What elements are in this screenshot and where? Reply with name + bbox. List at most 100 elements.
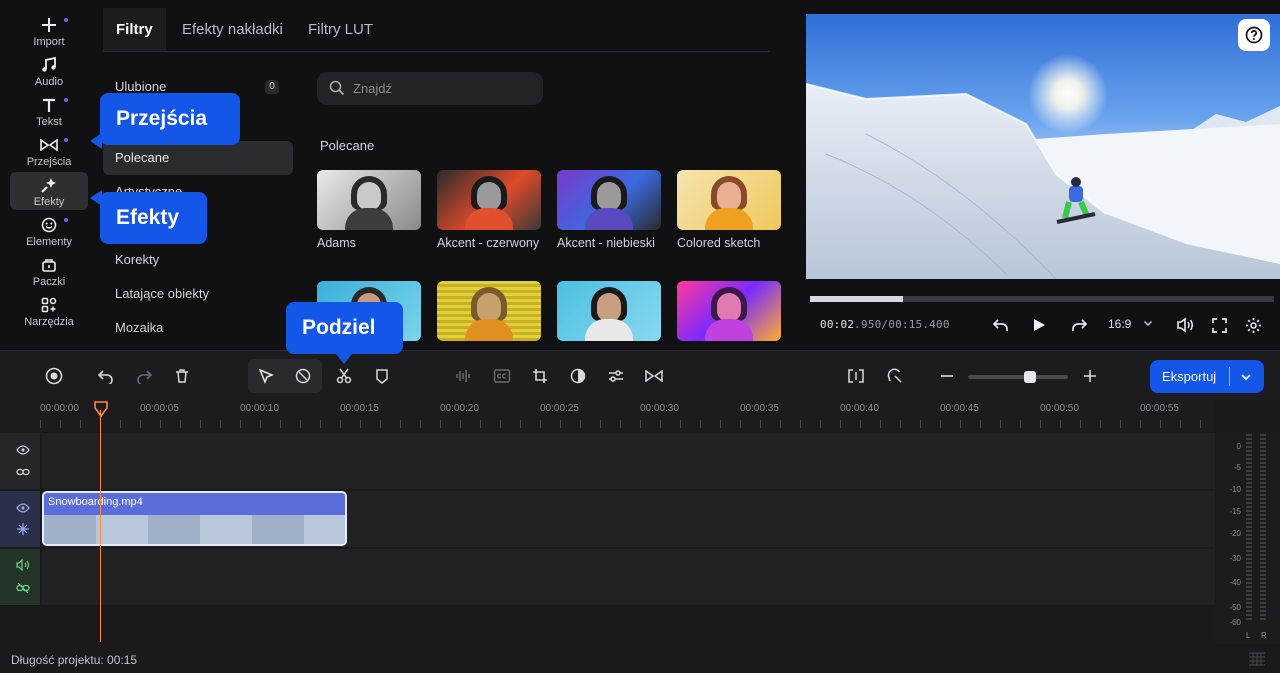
- redo-icon: [137, 370, 152, 384]
- callout-transitions: Przejścia: [90, 93, 240, 149]
- record-button[interactable]: [43, 365, 65, 387]
- timeline-ruler[interactable]: 00:00:00 00:00:05 00:00:10 00:00:15 00:00:20…: [0, 400, 1215, 432]
- export-label: Eksportuj: [1162, 369, 1217, 384]
- nav-item-transitions[interactable]: Przejścia: [10, 132, 88, 170]
- detach-button[interactable]: [845, 365, 867, 387]
- zoom-in-button[interactable]: [1079, 365, 1101, 387]
- meter-scale-label: -40: [1229, 578, 1241, 587]
- callout-label: Przejścia: [116, 107, 208, 130]
- redo-button[interactable]: [133, 365, 155, 387]
- export-button[interactable]: Eksportuj: [1150, 360, 1264, 393]
- step-back-button[interactable]: [990, 314, 1012, 336]
- play-button[interactable]: [1028, 314, 1050, 336]
- callout-label: Efekty: [116, 206, 180, 229]
- video-preview[interactable]: [806, 14, 1280, 279]
- timecode-total: /00:15.400: [881, 318, 950, 331]
- video-clip[interactable]: Snowboarding.mp4: [42, 491, 347, 546]
- filter-thumbnail-adams[interactable]: [317, 170, 421, 230]
- audio-detach-button[interactable]: [453, 365, 475, 387]
- magnet-icon: [887, 368, 902, 383]
- ruler-time-label: 00:00:15: [340, 403, 379, 414]
- filter-thumbnail[interactable]: [557, 281, 661, 341]
- filter-label: Akcent - czerwony: [437, 236, 540, 250]
- sliders-icon: [609, 370, 623, 382]
- tab-overlay-effects[interactable]: Efekty nakładki: [169, 8, 296, 51]
- fullscreen-button[interactable]: [1208, 314, 1230, 336]
- minus-icon: [941, 375, 953, 377]
- unlink-icon[interactable]: [16, 583, 30, 593]
- category-recommended[interactable]: Polecane: [103, 141, 293, 175]
- undo-button[interactable]: [95, 365, 117, 387]
- link-icon[interactable]: [16, 467, 30, 477]
- sparkle-icon[interactable]: [17, 523, 29, 535]
- transition-button[interactable]: [643, 365, 665, 387]
- zoom-slider-handle[interactable]: [1024, 371, 1036, 383]
- filter-thumbnail-accent-red[interactable]: [437, 170, 541, 230]
- playhead-handle[interactable]: [94, 401, 108, 417]
- select-tool-button[interactable]: [255, 365, 277, 387]
- callout-label: Podziel: [302, 316, 376, 339]
- nav-item-text[interactable]: Tekst: [10, 92, 88, 130]
- nav-item-packages[interactable]: Paczki: [10, 252, 88, 290]
- filter-thumbnail[interactable]: [677, 281, 781, 341]
- grid-icon[interactable]: [1248, 652, 1266, 666]
- nav-item-tools[interactable]: Narzędzia: [10, 292, 88, 330]
- crop-button[interactable]: [529, 365, 551, 387]
- new-indicator-dot: [64, 18, 68, 22]
- category-mosaic[interactable]: Mozaika: [103, 311, 293, 345]
- track-header-audio: [0, 549, 40, 605]
- category-label: Ulubione: [115, 79, 167, 94]
- chevron-down-icon[interactable]: [1238, 369, 1254, 385]
- help-button[interactable]: [1238, 19, 1270, 51]
- tab-lut-filters[interactable]: Filtry LUT: [295, 8, 386, 51]
- settings-button[interactable]: [1242, 314, 1264, 336]
- meter-scale-label: -50: [1229, 603, 1241, 612]
- plus-icon: [39, 15, 59, 35]
- eraser-tool-button[interactable]: [292, 365, 314, 387]
- search-input[interactable]: [353, 72, 533, 105]
- fullscreen-icon: [1211, 317, 1227, 333]
- nav-item-import[interactable]: Import: [10, 12, 88, 50]
- eye-icon[interactable]: [16, 445, 30, 455]
- nav-item-audio[interactable]: Audio: [10, 52, 88, 90]
- timecode-display: 00:02.950/00:15.400: [820, 318, 950, 331]
- split-button[interactable]: [333, 365, 355, 387]
- filter-thumbnail-colored-sketch[interactable]: [677, 170, 781, 230]
- delete-button[interactable]: [171, 365, 193, 387]
- eye-icon[interactable]: [16, 503, 30, 513]
- preview-progress-bar[interactable]: [810, 296, 1274, 302]
- cursor-icon: [258, 368, 274, 384]
- captions-button[interactable]: [491, 365, 513, 387]
- meter-scale-label: 0: [1236, 442, 1241, 451]
- filter-thumbnail[interactable]: [437, 281, 541, 341]
- transition-icon: [39, 135, 59, 155]
- step-forward-button[interactable]: [1068, 314, 1090, 336]
- plus-icon: [1084, 370, 1096, 382]
- adjust-button[interactable]: [605, 365, 627, 387]
- filter-thumbnail-accent-blue[interactable]: [557, 170, 661, 230]
- zoom-slider-track[interactable]: [968, 375, 1068, 379]
- panel-tabs: Filtry Efekty nakładki Filtry LUT: [103, 8, 770, 52]
- aspect-ratio-select[interactable]: 16:9: [1108, 317, 1153, 331]
- speaker-icon[interactable]: [16, 559, 30, 571]
- category-flying-objects[interactable]: Latające obiekty: [103, 277, 293, 311]
- status-bar: Długość projektu: 00:15: [0, 644, 1280, 673]
- magnet-button[interactable]: [884, 365, 906, 387]
- volume-button[interactable]: [1174, 314, 1196, 336]
- meter-scale-label: -5: [1233, 463, 1241, 472]
- zoom-out-button[interactable]: [936, 365, 958, 387]
- track-audio[interactable]: [42, 549, 1215, 605]
- meter-channel-right: R: [1261, 631, 1267, 640]
- category-corrections[interactable]: Korekty: [103, 243, 293, 277]
- track-video-1[interactable]: [42, 433, 1215, 489]
- audio-meter: L R 0 -5 -10 -15 -20 -30 -40 -50 -60: [1215, 432, 1280, 644]
- tab-filters[interactable]: Filtry: [103, 8, 166, 51]
- section-title: Polecane: [320, 138, 375, 153]
- nav-item-elements[interactable]: Elementy: [10, 212, 88, 250]
- nav-item-effects[interactable]: Efekty: [10, 172, 88, 210]
- speaker-icon: [1177, 317, 1193, 333]
- question-icon: [1245, 26, 1263, 44]
- marker-button[interactable]: [371, 365, 393, 387]
- color-adjust-button[interactable]: [567, 365, 589, 387]
- text-icon: [39, 95, 59, 115]
